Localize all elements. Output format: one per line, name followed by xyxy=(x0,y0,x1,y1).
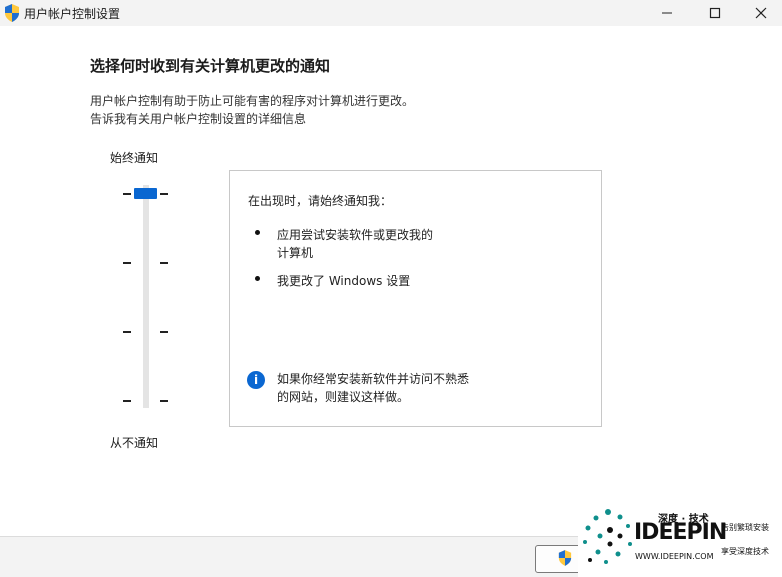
slider-tick-right xyxy=(160,400,168,402)
slider-bottom-label: 从不通知 xyxy=(110,436,159,450)
close-button[interactable] xyxy=(738,0,782,26)
bullet-item: 应用尝试安装软件或更改我的 xyxy=(277,228,434,242)
notification-description-box: 在出现时，请始终通知我： 应用尝试安装软件或更改我的 计算机 我更改了 Wind… xyxy=(229,170,602,427)
bullet-dot xyxy=(255,230,260,235)
slider-tick-left xyxy=(123,193,131,195)
slider-tick-left xyxy=(123,262,131,264)
brand-url: WWW.IDEEPIN.COM xyxy=(635,552,714,561)
recommendation-text: 的网站，则建议这样做。 xyxy=(277,390,410,404)
slider-track[interactable] xyxy=(143,185,149,408)
slider-tick-left xyxy=(123,331,131,333)
uac-shield-icon xyxy=(558,550,572,566)
box-intro: 在出现时，请始终通知我： xyxy=(248,194,393,208)
slider-tick-right xyxy=(160,331,168,333)
slider-tick-left xyxy=(123,400,131,402)
uac-shield-icon xyxy=(5,4,19,22)
bullet-item-continuation: 计算机 xyxy=(277,246,314,260)
slider-tick-right xyxy=(160,193,168,195)
page-title: 选择何时收到有关计算机更改的通知 xyxy=(90,57,331,75)
details-link[interactable]: 告诉我有关用户帐户控制设置的详细信息 xyxy=(90,110,306,127)
close-icon xyxy=(755,7,767,19)
slider-thumb[interactable] xyxy=(134,188,157,199)
maximize-button[interactable] xyxy=(692,0,738,26)
bullet-item: 我更改了 Windows 设置 xyxy=(277,274,411,288)
brand-name: IDEEPIN xyxy=(634,520,727,545)
title-bar: 用户帐户控制设置 xyxy=(0,0,782,26)
brand-tagline: 告别繁琐安装 xyxy=(721,523,769,532)
minimize-button[interactable] xyxy=(644,0,690,26)
slider-top-label: 始终通知 xyxy=(110,151,159,165)
ideepin-logo-icon xyxy=(583,509,632,564)
window-title: 用户帐户控制设置 xyxy=(24,7,121,21)
minimize-icon xyxy=(662,12,672,14)
bullet-dot xyxy=(255,276,260,281)
recommendation-text: 如果你经常安装新软件并访问不熟悉 xyxy=(277,372,470,386)
info-icon: i xyxy=(247,371,265,389)
description-text: 用户帐户控制有助于防止可能有害的程序对计算机进行更改。 xyxy=(90,94,415,108)
brand-tagline: 享受深度技术 xyxy=(721,547,769,556)
maximize-icon xyxy=(709,7,721,19)
slider-tick-right xyxy=(160,262,168,264)
watermark: 深度 · 技术 IDEEPIN WWW.IDEEPIN.COM 告别繁琐安装 享… xyxy=(578,500,782,577)
